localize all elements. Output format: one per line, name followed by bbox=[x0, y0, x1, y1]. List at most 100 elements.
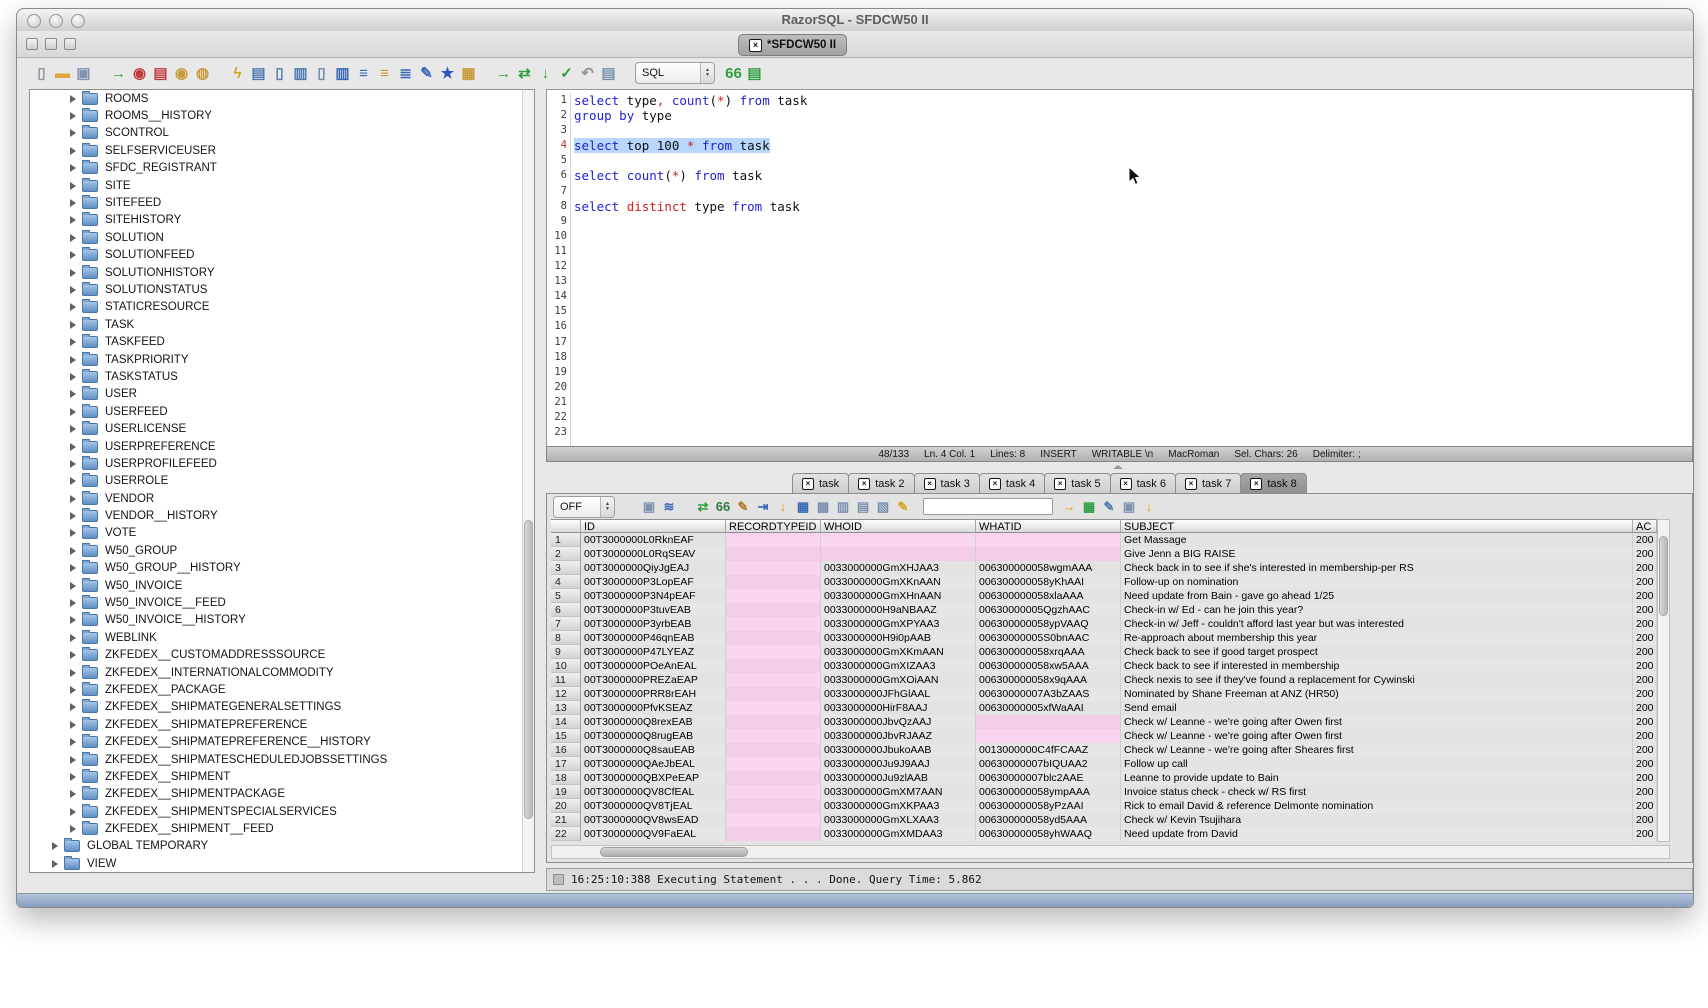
disclosure-triangle-icon[interactable] bbox=[70, 199, 76, 207]
code-line[interactable]: select type, count(*) from task bbox=[574, 93, 1690, 108]
cell-whatid[interactable]: 006300000058yPzAAI bbox=[976, 799, 1121, 813]
cell-whoid[interactable]: 0033000000GmXKnAAN bbox=[821, 575, 976, 589]
sidebar-item-rooms[interactable]: ROOMS bbox=[30, 90, 534, 107]
table-row[interactable]: 2000T3000000QV8TjEAL0033000000GmXKPAA300… bbox=[551, 799, 1657, 813]
sidebar-item-userfeed[interactable]: USERFEED bbox=[30, 403, 534, 420]
code-line[interactable] bbox=[574, 395, 1690, 410]
code-line[interactable] bbox=[574, 153, 1690, 168]
disclosure-triangle-icon[interactable] bbox=[70, 390, 76, 398]
disclosure-triangle-icon[interactable] bbox=[70, 495, 76, 503]
cell-ac[interactable]: 200 bbox=[1633, 603, 1657, 617]
table-row[interactable]: 900T3000000P47LYEAZ0033000000GmXKmAAN006… bbox=[551, 645, 1657, 659]
column-header-whatid[interactable]: WHATID bbox=[976, 519, 1121, 533]
max-rows-select[interactable]: OFF ▲▼ bbox=[553, 496, 615, 518]
cell-id[interactable]: 00T3000000P47LYEAZ bbox=[581, 645, 726, 659]
sidebar-item-zkfedex-package[interactable]: ZKFEDEX__PACKAGE bbox=[30, 681, 534, 698]
cell-ac[interactable]: 200 bbox=[1633, 715, 1657, 729]
save-results-icon[interactable] bbox=[639, 497, 659, 517]
disclosure-triangle-icon[interactable] bbox=[70, 756, 76, 764]
sidebar-item-global-temporary[interactable]: GLOBAL TEMPORARY bbox=[30, 838, 534, 855]
results-hscrollbar-thumb[interactable] bbox=[600, 847, 748, 857]
disclosure-triangle-icon[interactable] bbox=[70, 286, 76, 294]
align-icon[interactable] bbox=[395, 63, 416, 84]
sidebar-item-sitehistory[interactable]: SITEHISTORY bbox=[30, 212, 534, 229]
sidebar-item-vendor[interactable]: VENDOR bbox=[30, 490, 534, 507]
disclosure-triangle-icon[interactable] bbox=[70, 512, 76, 520]
table-copy-icon[interactable] bbox=[873, 497, 893, 517]
sidebar-item-userlicense[interactable]: USERLICENSE bbox=[30, 420, 534, 437]
sidebar-item-weblink[interactable]: WEBLINK bbox=[30, 629, 534, 646]
disclosure-triangle-icon[interactable] bbox=[70, 790, 76, 798]
stepper-icon[interactable]: ▲▼ bbox=[600, 497, 614, 517]
sidebar-item-userprofilefeed[interactable]: USERPROFILEFEED bbox=[30, 455, 534, 472]
code-line[interactable] bbox=[574, 410, 1690, 425]
stepper-icon[interactable]: ▲▼ bbox=[700, 63, 714, 83]
highlighter-icon[interactable] bbox=[893, 497, 913, 517]
cell-whoid[interactable]: 0033000000GmXOiAAN bbox=[821, 673, 976, 687]
sidebar-item-staticresource[interactable]: STATICRESOURCE bbox=[30, 299, 534, 316]
code-line[interactable] bbox=[574, 365, 1690, 380]
rollback-icon[interactable] bbox=[577, 63, 598, 84]
table-row[interactable]: 1800T3000000QBXPeEAP0033000000Ju9zlAAB00… bbox=[551, 771, 1657, 785]
code-line[interactable]: select count(*) from task bbox=[574, 168, 1690, 183]
cell-id[interactable]: 00T3000000QV8wsEAD bbox=[581, 813, 726, 827]
cell-ac[interactable]: 200 bbox=[1633, 645, 1657, 659]
cell-whatid[interactable] bbox=[976, 715, 1121, 729]
disclosure-triangle-icon[interactable] bbox=[70, 112, 76, 120]
cell-ac[interactable]: 200 bbox=[1633, 589, 1657, 603]
execute-all-icon[interactable] bbox=[514, 63, 535, 84]
cell-whoid[interactable]: 0033000000GmXMDAA3 bbox=[821, 827, 976, 841]
favorites-star-icon[interactable] bbox=[437, 63, 458, 84]
list-icon[interactable] bbox=[353, 63, 374, 84]
cell-ac[interactable]: 200 bbox=[1633, 729, 1657, 743]
cell-whatid[interactable]: 006300000058xlaAAA bbox=[976, 589, 1121, 603]
cell-ac[interactable]: 200 bbox=[1633, 813, 1657, 827]
sidebar-item-zkfedex-shipmategeneralsettings[interactable]: ZKFEDEX__SHIPMATEGENERALSETTINGS bbox=[30, 699, 534, 716]
table-row[interactable]: 600T3000000P3tuvEAB0033000000H9aNBAAZ006… bbox=[551, 603, 1657, 617]
disclosure-triangle-icon[interactable] bbox=[70, 182, 76, 190]
cell-id[interactable]: 00T3000000QV8TjEAL bbox=[581, 799, 726, 813]
table-row[interactable]: 1900T3000000QV8CfEAL0033000000GmXM7AAN00… bbox=[551, 785, 1657, 799]
sidebar-scrollbar-thumb[interactable] bbox=[524, 520, 533, 819]
sidebar-item-site[interactable]: SITE bbox=[30, 177, 534, 194]
cell-id[interactable]: 00T3000000PREZaEAP bbox=[581, 673, 726, 687]
splitter-handle[interactable] bbox=[1113, 463, 1123, 469]
notes-icon[interactable] bbox=[1099, 497, 1119, 517]
cell-subject[interactable]: Need update from David bbox=[1121, 827, 1633, 841]
close-tab-icon[interactable]: × bbox=[989, 478, 1001, 490]
cell-id[interactable]: 00T3000000POeAnEAL bbox=[581, 659, 726, 673]
close-tab-icon[interactable]: × bbox=[924, 478, 936, 490]
sidebar-item-taskfeed[interactable]: TASKFEED bbox=[30, 333, 534, 350]
sidebar-item-w50-group[interactable]: W50_GROUP bbox=[30, 542, 534, 559]
table-row[interactable]: 1700T3000000QAeJbEAL0033000000Ju9J9AAJ00… bbox=[551, 757, 1657, 771]
cell-whatid[interactable] bbox=[976, 533, 1121, 547]
code-line[interactable] bbox=[574, 335, 1690, 350]
cell-whoid[interactable] bbox=[821, 547, 976, 561]
disclosure-triangle-icon[interactable] bbox=[70, 721, 76, 729]
disclosure-triangle-icon[interactable] bbox=[70, 147, 76, 155]
cell-ac[interactable]: 200 bbox=[1633, 785, 1657, 799]
table-row[interactable]: 1100T3000000PREZaEAP0033000000GmXOiAAN00… bbox=[551, 673, 1657, 687]
close-tab-icon[interactable]: × bbox=[1054, 478, 1066, 490]
cell-subject[interactable]: Get Massage bbox=[1121, 533, 1633, 547]
table-row[interactable]: 200T3000000L0RqSEAVGive Jenn a BIG RAISE… bbox=[551, 547, 1657, 561]
sql-mode-select[interactable]: SQL ▲▼ bbox=[635, 62, 715, 84]
table-page-icon[interactable] bbox=[833, 497, 853, 517]
cell-whoid[interactable]: 0033000000Ju9zlAAB bbox=[821, 771, 976, 785]
edit-cell-icon[interactable] bbox=[733, 497, 753, 517]
table-list-icon[interactable] bbox=[744, 63, 765, 84]
disclosure-triangle-icon[interactable] bbox=[70, 425, 76, 433]
checklist-icon[interactable] bbox=[248, 63, 269, 84]
result-tab-task-3[interactable]: ×task 3 bbox=[914, 473, 980, 494]
disclosure-triangle-icon[interactable] bbox=[52, 842, 58, 850]
cell-ac[interactable]: 200 bbox=[1633, 771, 1657, 785]
cell-id[interactable]: 00T3000000QV8CfEAL bbox=[581, 785, 726, 799]
disclosure-triangle-icon[interactable] bbox=[70, 373, 76, 381]
cell-whatid[interactable]: 00630000007blc2AAE bbox=[976, 771, 1121, 785]
describe-icon[interactable] bbox=[723, 63, 744, 84]
refresh-table-icon[interactable] bbox=[793, 497, 813, 517]
cell-recordtypeid[interactable] bbox=[726, 631, 821, 645]
sidebar-item-zkfedex-shipmatescheduledjobssettings[interactable]: ZKFEDEX__SHIPMATESCHEDULEDJOBSSETTINGS bbox=[30, 751, 534, 768]
table-row[interactable]: 800T3000000P46qnEAB0033000000H9i0pAAB006… bbox=[551, 631, 1657, 645]
commit-icon[interactable] bbox=[556, 63, 577, 84]
